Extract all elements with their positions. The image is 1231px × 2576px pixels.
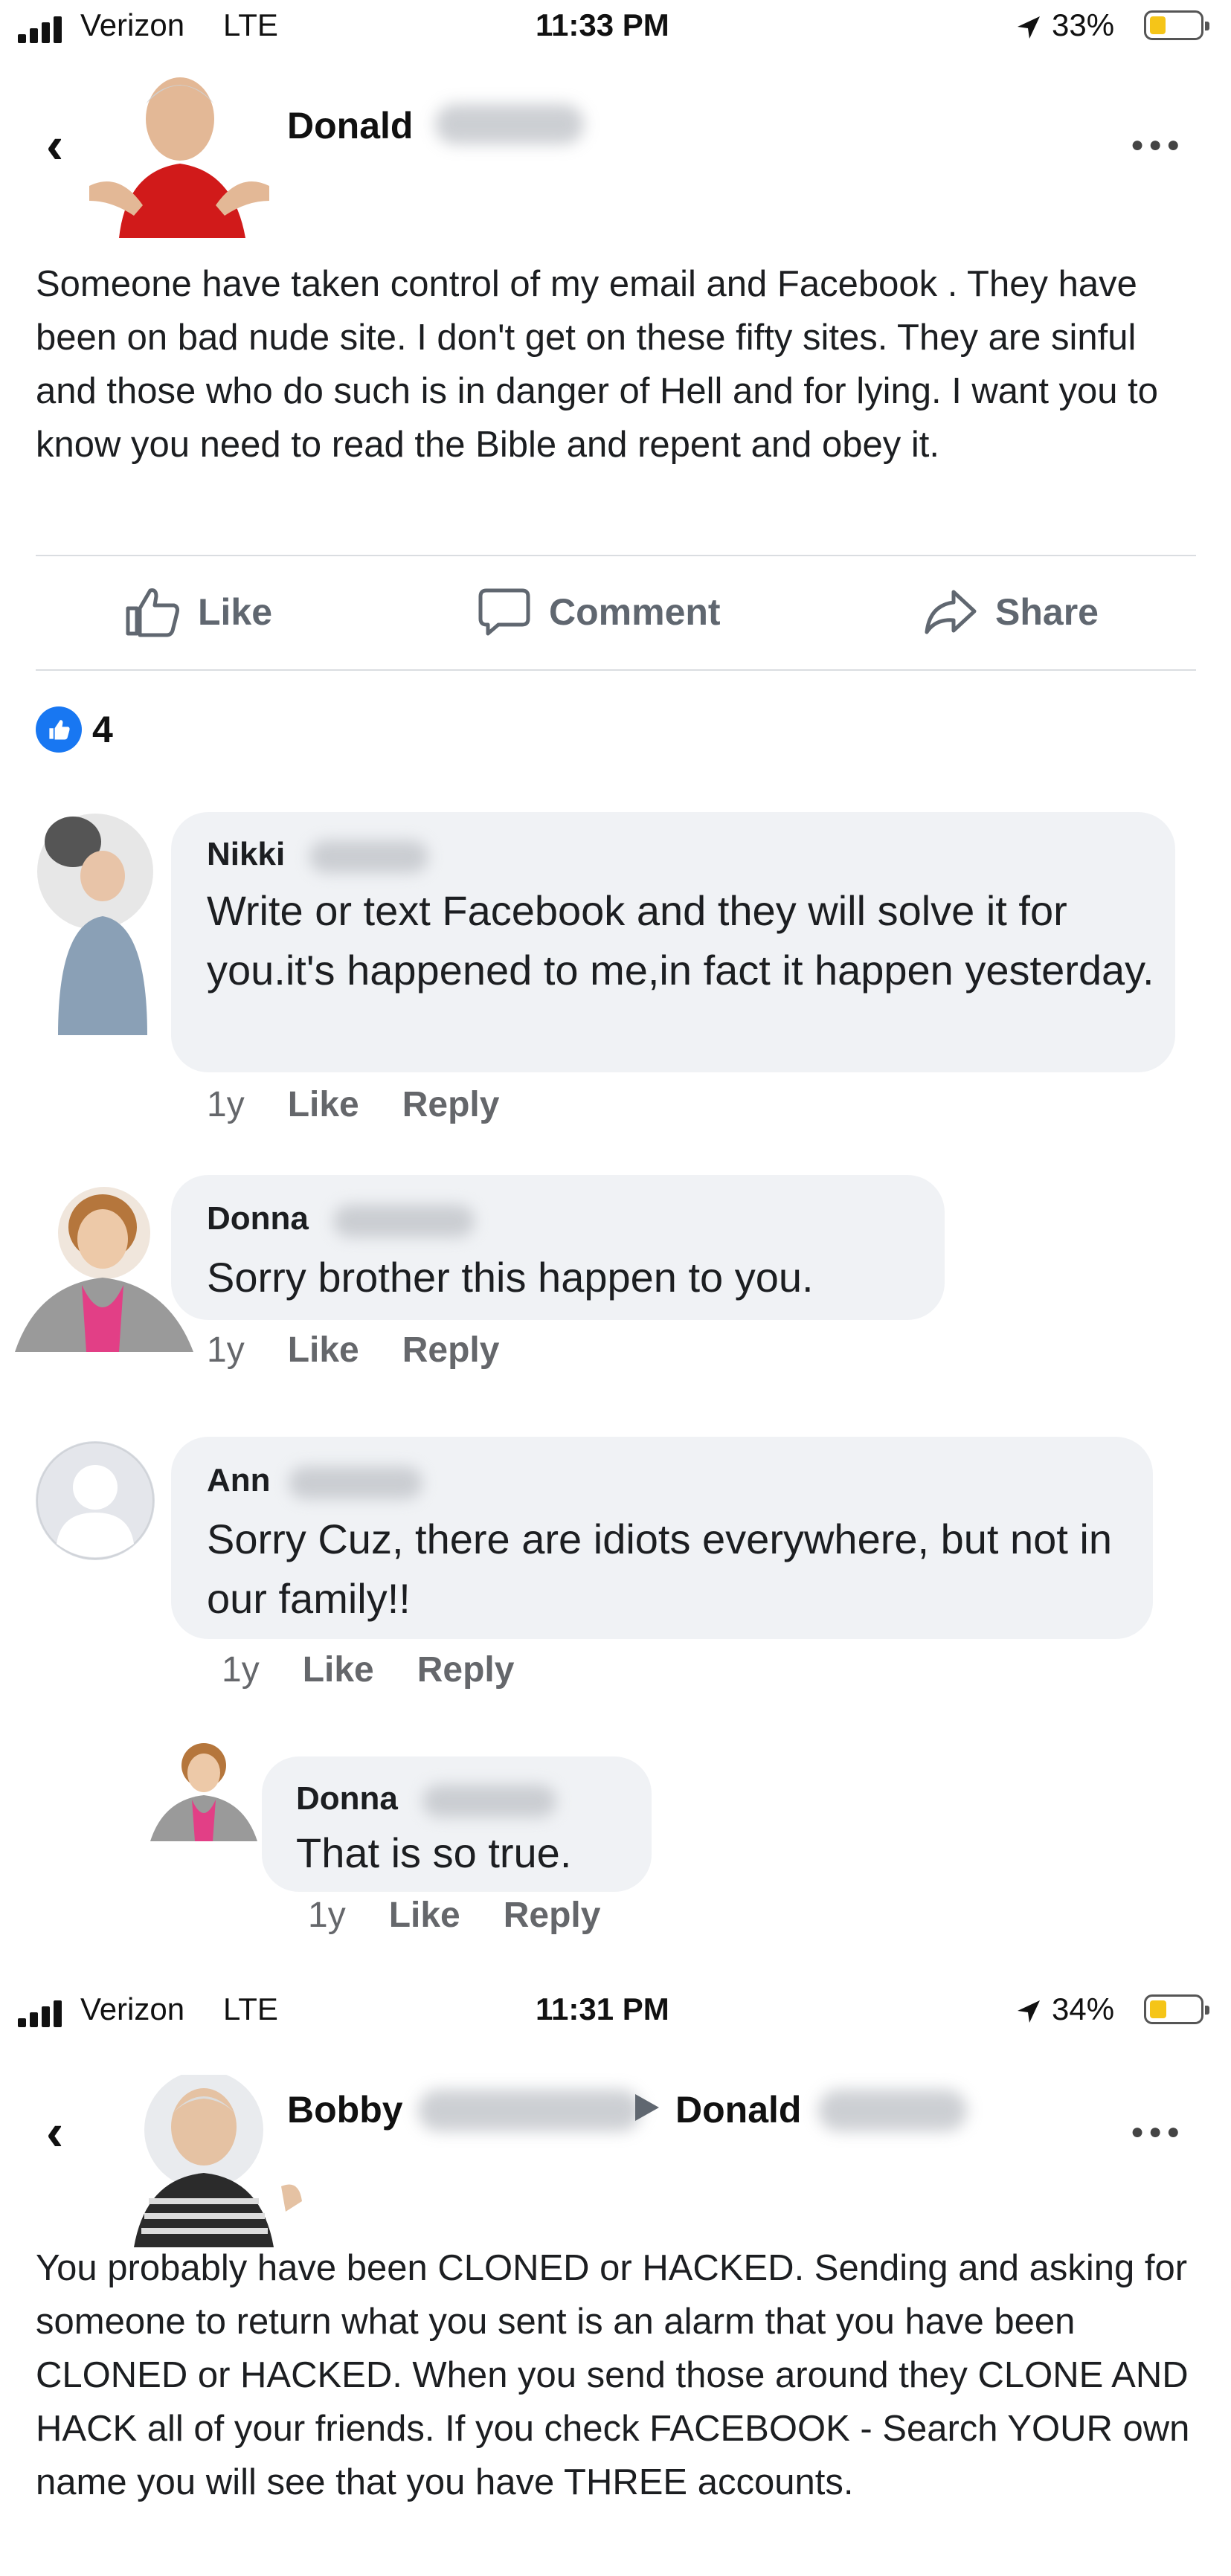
comment-reply-button[interactable]: Reply bbox=[504, 1895, 601, 1936]
redacted-surname bbox=[818, 2090, 967, 2131]
redacted-surname bbox=[422, 1785, 556, 1817]
redacted-surname bbox=[309, 840, 428, 873]
commenter-name[interactable]: Nikki bbox=[207, 836, 285, 873]
share-label: Share bbox=[995, 591, 1099, 633]
comment-time: 1y bbox=[222, 1650, 260, 1690]
commenter-name[interactable]: Donna bbox=[207, 1200, 309, 1237]
comment-like-button[interactable]: Like bbox=[303, 1649, 374, 1690]
redacted-surname bbox=[333, 1205, 475, 1237]
reaction-summary[interactable]: 4 bbox=[36, 706, 113, 753]
network-label: LTE bbox=[223, 1991, 278, 2026]
battery-icon bbox=[1144, 10, 1209, 40]
status-time: 11:33 PM bbox=[536, 7, 669, 42]
divider bbox=[36, 555, 1196, 556]
comment-meta: 1y Like Reply bbox=[308, 1895, 600, 1936]
comment-reply-button[interactable]: Reply bbox=[402, 1330, 500, 1371]
comment-text: That is so true. bbox=[296, 1829, 572, 1876]
more-options-button[interactable]: ●●● bbox=[1131, 132, 1184, 158]
default-avatar[interactable] bbox=[36, 1441, 155, 1560]
author-name[interactable]: Bobby bbox=[287, 2088, 403, 2131]
more-options-button[interactable]: ●●● bbox=[1131, 2119, 1184, 2145]
back-button[interactable]: ‹ bbox=[46, 119, 63, 171]
divider bbox=[36, 669, 1196, 671]
comment-meta: 1y Like Reply bbox=[207, 1330, 499, 1371]
battery-icon bbox=[1144, 1994, 1209, 2024]
post-text: You probably have been CLONED or HACKED.… bbox=[36, 2248, 1190, 2502]
comment-meta: 1y Like Reply bbox=[222, 1649, 514, 1690]
redacted-surname bbox=[435, 104, 584, 144]
comment-like-button[interactable]: Like bbox=[288, 1330, 359, 1371]
author-name[interactable]: Donald bbox=[287, 104, 413, 147]
recipient-name[interactable]: Donald bbox=[675, 2088, 801, 2131]
status-time: 11:31 PM bbox=[536, 1991, 669, 2026]
comment-time: 1y bbox=[207, 1330, 245, 1370]
location-arrow-icon bbox=[1018, 2000, 1040, 2023]
comment-text: Sorry brother this happen to you. bbox=[207, 1254, 814, 1301]
thumbs-up-icon bbox=[126, 588, 179, 637]
comment-text: Write or text Facebook and they will sol… bbox=[207, 887, 1154, 994]
carrier-label: Verizon bbox=[80, 7, 185, 42]
commenter-name[interactable]: Ann bbox=[207, 1462, 271, 1499]
network-label: LTE bbox=[223, 7, 278, 42]
battery-percent: 33% bbox=[1052, 7, 1115, 42]
back-button[interactable]: ‹ bbox=[46, 2106, 63, 2158]
comment-text: Sorry Cuz, there are idiots everywhere, … bbox=[207, 1516, 1113, 1622]
redacted-surname bbox=[289, 1466, 422, 1499]
comment-time: 1y bbox=[207, 1085, 245, 1124]
battery-percent: 34% bbox=[1052, 1991, 1115, 2026]
reaction-count: 4 bbox=[92, 709, 113, 750]
comment-reply-button[interactable]: Reply bbox=[417, 1649, 515, 1690]
comment-icon bbox=[478, 588, 530, 636]
like-label: Like bbox=[198, 591, 273, 633]
signal-icon bbox=[18, 2000, 65, 2027]
triangle-right-icon bbox=[635, 2094, 659, 2121]
commenter-avatar[interactable] bbox=[146, 1737, 262, 1841]
comment-button[interactable]: Comment bbox=[476, 586, 721, 638]
comment-like-button[interactable]: Like bbox=[288, 1084, 359, 1125]
comment-like-button[interactable]: Like bbox=[389, 1895, 460, 1936]
commenter-avatar[interactable] bbox=[36, 812, 155, 1035]
author-avatar[interactable] bbox=[74, 59, 284, 238]
comment-label: Comment bbox=[549, 591, 721, 633]
like-button[interactable]: Like bbox=[125, 586, 272, 638]
commenter-name[interactable]: Donna bbox=[296, 1780, 398, 1817]
redacted-surname bbox=[418, 2090, 641, 2131]
thumbs-up-icon bbox=[36, 706, 82, 753]
comment-meta: 1y Like Reply bbox=[207, 1084, 499, 1125]
carrier-label: Verizon bbox=[80, 1991, 185, 2026]
share-icon bbox=[925, 590, 977, 634]
share-button[interactable]: Share bbox=[922, 586, 1099, 638]
comment-reply-button[interactable]: Reply bbox=[402, 1084, 500, 1125]
status-bar: Verizon LTE 11:33 PM 33% bbox=[0, 0, 1231, 59]
location-arrow-icon bbox=[1018, 16, 1040, 39]
status-bar: Verizon LTE 11:31 PM 34% bbox=[0, 1984, 1231, 2044]
comment-time: 1y bbox=[308, 1896, 346, 1935]
post-text: Someone have taken control of my email a… bbox=[36, 264, 1159, 465]
signal-icon bbox=[18, 16, 65, 43]
